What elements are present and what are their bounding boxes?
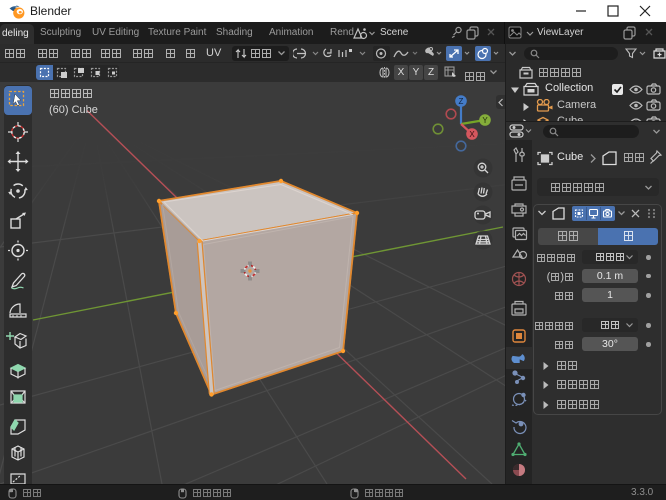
svg-text:X: X	[469, 130, 475, 139]
svg-text:Y: Y	[482, 116, 488, 125]
svg-text:Z: Z	[459, 97, 464, 106]
